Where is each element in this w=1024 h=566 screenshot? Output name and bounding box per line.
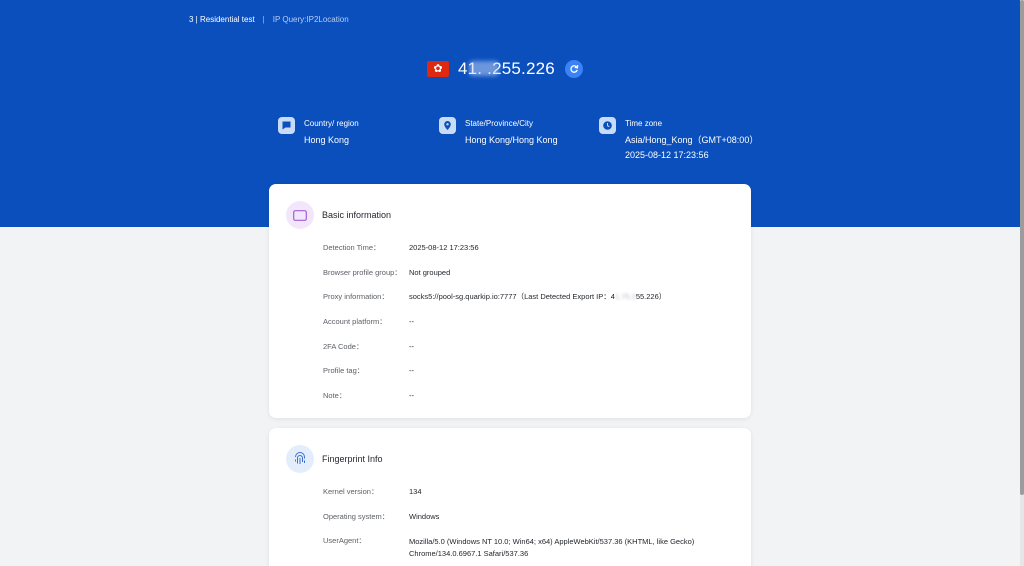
proxy-text-tail: 55.226） [635,292,667,302]
profile-tag-row: Profile tag： -- [323,366,666,391]
geo-city: State/Province/City Hong Kong/Hong Kong [439,116,558,148]
refresh-ip-button[interactable] [564,60,583,78]
basic-information-list: Detection Time： 2025-08-12 17:23:56 Brow… [323,243,666,416]
row-key: Proxy information： [323,292,389,302]
geo-city-value: Hong Kong/Hong Kong [465,135,558,145]
row-value: Mozilla/5.0 (Windows NT 10.0; Win64; x64… [409,536,694,566]
row-key: Note： [323,391,347,401]
profile-group-row: Browser profile group： Not grouped [323,268,666,293]
location-pin-icon [439,117,456,134]
refresh-icon [570,65,579,73]
fingerprint-info-list: Kernel version： 134 Operating system： Wi… [323,487,694,566]
fingerprint-info-header: Fingerprint Info [286,445,383,473]
proxy-text: socks5://pool-sg.quarkip.io:7777（Last De… [409,292,615,302]
2fa-code-row: 2FA Code： -- [323,342,666,367]
user-agent-line-2: Chrome/134.0.6967.1 Safari/537.36 [409,548,529,558]
geo-timezone-label: Time zone [625,119,663,128]
row-key: Profile tag： [323,366,365,376]
user-agent-row: UserAgent： Mozilla/5.0 (Windows NT 10.0;… [323,536,694,566]
row-value: 134 [409,487,422,496]
ip-blur-mask [469,61,499,76]
row-key: Browser profile group： [323,267,402,277]
geo-local-time: 2025-08-12 17:23:56 [625,150,709,160]
row-key: Operating system： [323,511,390,521]
row-key: 2FA Code： [323,341,364,351]
geo-country-label: Country/ region [304,119,359,128]
row-value: Not grouped [409,267,451,277]
basic-information-title: Basic information [322,210,392,220]
geo-timezone: Time zone Asia/Hong_Kong（GMT+08:00） 2025… [599,116,758,163]
id-card-icon [286,201,314,229]
breadcrumb-current[interactable]: 3 | Residential test [189,15,255,24]
row-value: -- [409,341,414,351]
clock-icon [599,117,616,134]
row-value: 2025-08-12 17:23:56 [409,243,479,252]
hong-kong-flag-icon: ✿ [427,61,449,77]
kernel-version-row: Kernel version： 134 [323,487,694,512]
scrollbar-thumb[interactable] [1020,0,1024,495]
geo-country-value: Hong Kong [304,135,350,145]
account-platform-row: Account platform： -- [323,317,666,342]
row-value: -- [409,317,414,327]
row-value: Windows [409,511,440,521]
geo-country: Country/ region Hong Kong [278,116,359,148]
user-agent-line-1: Mozilla/5.0 (Windows NT 10.0; Win64; x64… [409,537,695,547]
ip-address-row: ✿ 41. .255.226 [427,59,583,79]
proxy-blurred-ip: 1.75.2 [614,292,636,302]
basic-information-card: Basic information Detection Time： 2025-0… [269,184,751,418]
geo-timezone-value: Asia/Hong_Kong（GMT+08:00） [625,135,759,145]
row-key: Detection Time： [323,243,381,252]
operating-system-row: Operating system： Windows [323,512,694,537]
breadcrumb-sub[interactable]: IP Query:IP2Location [273,15,349,24]
fingerprint-info-title: Fingerprint Info [322,454,383,464]
row-value: -- [409,391,414,401]
row-value: socks5://pool-sg.quarkip.io:7777（Last De… [409,292,666,317]
breadcrumb-separator: | [262,15,265,24]
fingerprint-info-card: Fingerprint Info Kernel version： 134 Ope… [269,428,751,566]
row-key: Account platform： [323,317,387,327]
note-row: Note： -- [323,391,666,416]
ip-address: 41. .255.226 [458,59,555,78]
row-key: Kernel version： [323,487,379,496]
breadcrumb: 3 | Residential test | IP Query:IP2Locat… [189,15,349,24]
fingerprint-icon [286,445,314,473]
row-value: -- [409,366,414,376]
proxy-information-row: Proxy information： socks5://pool-sg.quar… [323,292,666,317]
detection-time-row: Detection Time： 2025-08-12 17:23:56 [323,243,666,268]
basic-information-header: Basic information [286,201,391,229]
row-key: UserAgent： [323,536,366,546]
geo-city-label: State/Province/City [465,119,534,128]
chat-flag-icon [278,117,295,134]
page-scrollbar[interactable] [1020,0,1024,566]
